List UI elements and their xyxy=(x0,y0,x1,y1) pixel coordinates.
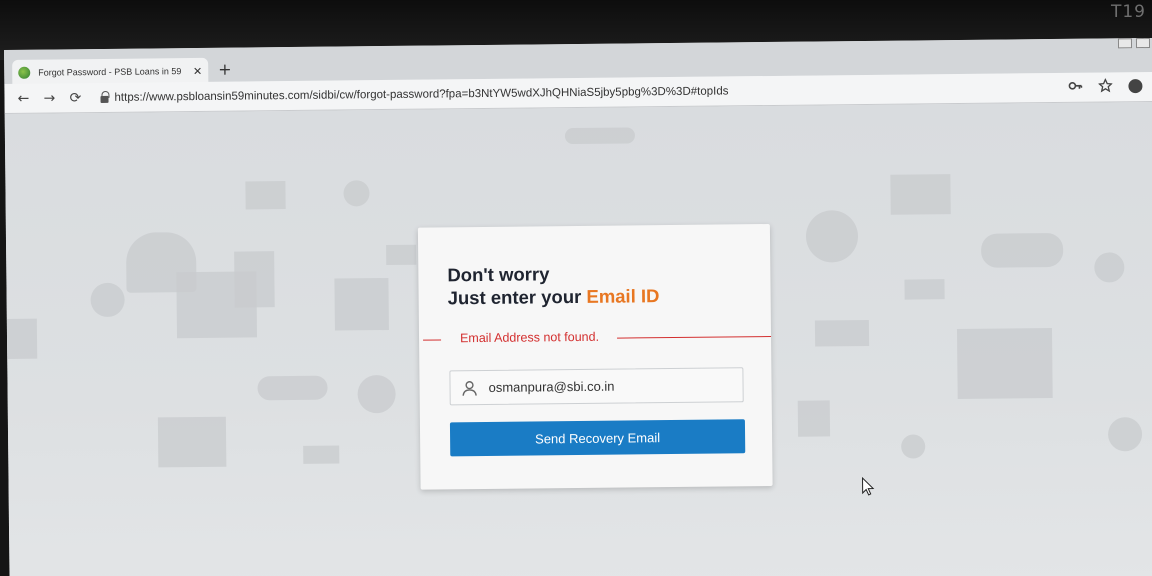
background-illustration xyxy=(334,277,389,331)
background-illustration xyxy=(805,210,859,263)
email-input[interactable] xyxy=(488,377,729,395)
mouse-cursor-icon xyxy=(862,476,875,496)
background-illustration xyxy=(157,416,227,468)
page-title: Don't worry Just enter your Email ID xyxy=(447,261,659,309)
account-icon[interactable] xyxy=(1128,79,1143,94)
error-divider-right xyxy=(617,335,772,339)
forgot-password-card: Don't worry Just enter your Email ID Ema… xyxy=(417,223,773,490)
background-illustration xyxy=(257,375,328,401)
background-illustration xyxy=(6,318,38,359)
restore-icon[interactable] xyxy=(1135,37,1151,49)
monitor-label: T19 xyxy=(1110,2,1146,22)
page-content: Don't worry Just enter your Email ID Ema… xyxy=(4,101,1152,576)
window-controls xyxy=(1117,37,1151,49)
background-illustration xyxy=(901,434,926,459)
background-illustration xyxy=(797,400,831,437)
background-illustration xyxy=(234,251,275,308)
background-illustration xyxy=(343,180,370,207)
back-button[interactable]: ← xyxy=(10,90,36,106)
address-bar[interactable]: https://www.psbloansin59minutes.com/sidb… xyxy=(114,85,728,103)
error-banner: Email Address not found. xyxy=(419,328,772,350)
background-illustration xyxy=(386,244,417,266)
tab-title: Forgot Password - PSB Loans in 59 xyxy=(38,66,182,78)
reload-button[interactable]: ⟳ xyxy=(62,90,88,106)
send-recovery-email-button[interactable]: Send Recovery Email xyxy=(449,419,746,457)
error-message: Email Address not found. xyxy=(455,329,604,346)
background-illustration xyxy=(1094,252,1125,283)
star-icon[interactable] xyxy=(1098,78,1113,93)
background-illustration xyxy=(904,279,945,300)
heading-line-2-prefix: Just enter your xyxy=(447,285,587,309)
background-illustration xyxy=(564,127,636,145)
screen-photo: T19 Forgot Password - PSB Loans in 59 ✕ … xyxy=(0,0,1152,576)
background-illustration xyxy=(90,282,125,318)
error-divider-left xyxy=(423,339,442,341)
heading-line-1: Don't worry xyxy=(447,263,550,286)
background-illustration xyxy=(303,445,340,464)
background-illustration xyxy=(980,232,1064,268)
psb-leaf-icon xyxy=(18,66,31,79)
background-illustration xyxy=(1107,417,1143,452)
background-illustration xyxy=(956,328,1053,400)
browser-window: Forgot Password - PSB Loans in 59 ✕ + ← … xyxy=(4,37,1152,576)
user-icon xyxy=(462,380,477,396)
key-icon[interactable] xyxy=(1068,79,1083,93)
email-field[interactable] xyxy=(449,367,744,406)
background-illustration xyxy=(245,181,286,210)
minimize-icon[interactable] xyxy=(1117,38,1133,49)
new-tab-button[interactable]: + xyxy=(218,60,232,79)
heading-accent: Email ID xyxy=(586,285,660,307)
background-illustration xyxy=(814,319,870,347)
background-illustration xyxy=(357,374,396,414)
close-tab-icon[interactable]: ✕ xyxy=(193,64,202,77)
lock-icon[interactable] xyxy=(100,95,109,103)
forward-button[interactable]: → xyxy=(36,90,62,106)
heading-line-2: Just enter your Email ID xyxy=(447,284,660,309)
background-illustration xyxy=(890,174,951,215)
toolbar-actions xyxy=(1068,78,1143,94)
